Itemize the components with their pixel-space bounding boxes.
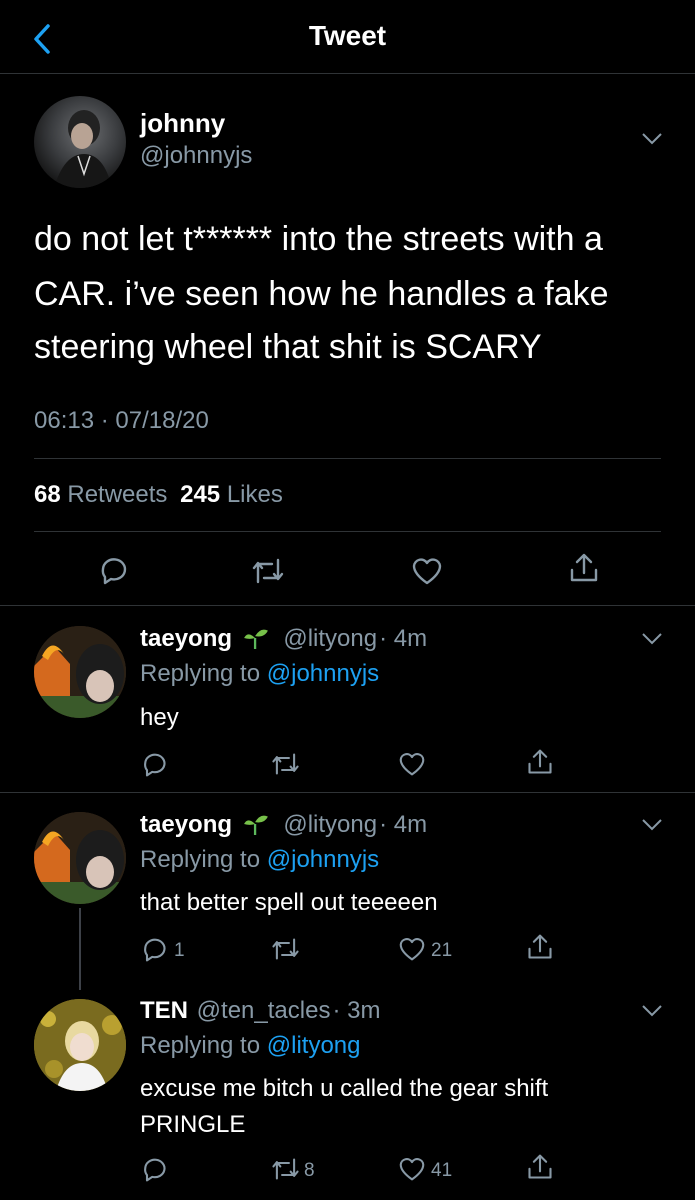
tweet-timestamp: 06:13 · 07/18/20 — [34, 407, 209, 434]
author-handle[interactable]: @johnnyjs — [140, 142, 252, 170]
avatar-photo — [34, 999, 126, 1091]
avatar-photo — [54, 110, 112, 188]
replying-to: Replying to @johnnyjs — [140, 660, 379, 688]
reply-header: TEN @ten_tacles· 3m — [140, 997, 380, 1025]
like-icon[interactable] — [398, 751, 426, 777]
retweets-label: Retweets — [67, 481, 168, 508]
replying-prefix: Replying to — [140, 660, 261, 687]
share-icon[interactable] — [526, 1153, 554, 1181]
reply-text-line-1: excuse me bitch u called the gear shift — [140, 1075, 549, 1102]
retweet-icon[interactable] — [270, 936, 301, 962]
like-icon[interactable] — [398, 936, 426, 962]
avatar-photo — [34, 626, 126, 718]
retweet-icon[interactable] — [250, 556, 286, 586]
divider — [0, 605, 695, 606]
avatar[interactable] — [34, 626, 126, 718]
replying-to: Replying to @lityong — [140, 1032, 361, 1060]
avatar[interactable] — [34, 999, 126, 1091]
replying-to: Replying to @johnnyjs — [140, 846, 379, 874]
seedling-icon — [243, 629, 268, 649]
reply-author-handle[interactable]: @ten_tacles — [197, 997, 331, 1024]
divider — [0, 792, 695, 793]
chevron-down-icon[interactable] — [641, 132, 663, 146]
reply-author-name[interactable]: TEN — [140, 997, 188, 1024]
replying-to-link[interactable]: @johnnyjs — [267, 660, 379, 687]
reply-text-line-1: that better spell out teeeeen — [140, 889, 438, 916]
replying-prefix: Replying to — [140, 1032, 261, 1059]
reply-header: taeyong @lityong· 4m — [140, 625, 427, 653]
like-count: 41 — [431, 1160, 453, 1181]
reply-icon[interactable] — [97, 554, 129, 586]
likes-label: Likes — [226, 481, 283, 508]
tweet-text-line-2: CAR. i’ve seen how he handles a fake — [34, 275, 609, 313]
divider — [34, 458, 661, 459]
reply-header: taeyong @lityong· 4m — [140, 811, 427, 839]
seedling-icon — [243, 815, 268, 835]
reply-time: · 4m — [379, 811, 428, 838]
retweet-icon[interactable] — [270, 1156, 301, 1182]
thread-line — [79, 908, 81, 990]
replying-to-link[interactable]: @johnnyjs — [267, 846, 379, 873]
like-icon[interactable] — [398, 1156, 426, 1182]
retweet-count: 8 — [304, 1160, 315, 1181]
reply-text-line-1: hey — [140, 704, 179, 731]
author-name[interactable]: johnny — [140, 108, 225, 139]
reply-author-handle[interactable]: @lityong — [283, 625, 377, 652]
tweet-text-line-1: do not let t****** into the streets with… — [34, 220, 603, 258]
reply-text-line-2: PRINGLE — [140, 1111, 246, 1138]
reply-author-name[interactable]: taeyong — [140, 811, 232, 838]
reply-icon[interactable] — [140, 1155, 168, 1183]
replying-prefix: Replying to — [140, 846, 261, 873]
chevron-down-icon[interactable] — [641, 632, 663, 646]
like-icon[interactable] — [411, 556, 443, 586]
avatar[interactable] — [34, 812, 126, 904]
retweets-count: 68 — [34, 481, 61, 508]
reply-count: 1 — [174, 940, 185, 961]
reply-icon[interactable] — [140, 750, 168, 778]
retweet-icon[interactable] — [270, 751, 301, 777]
chevron-down-icon[interactable] — [641, 818, 663, 832]
replying-to-link[interactable]: @lityong — [267, 1032, 361, 1059]
likes-count: 245 — [180, 481, 221, 508]
reply-icon[interactable] — [140, 935, 168, 963]
reply-time: · 4m — [379, 625, 428, 652]
reply-time: · 3m — [332, 997, 381, 1024]
avatar[interactable] — [34, 96, 126, 188]
divider — [34, 531, 661, 532]
tweet-text-line-3: steering wheel that shit is SCARY — [34, 328, 542, 366]
share-icon[interactable] — [568, 552, 600, 584]
retweets-stat[interactable]: 68 Retweets 245 Likes — [34, 481, 283, 509]
avatar-photo — [34, 812, 126, 904]
chevron-down-icon[interactable] — [641, 1004, 663, 1018]
reply-author-handle[interactable]: @lityong — [283, 811, 377, 838]
reply-author-name[interactable]: taeyong — [140, 625, 232, 652]
page-title: Tweet — [308, 20, 387, 51]
like-count: 21 — [431, 940, 453, 961]
share-icon[interactable] — [526, 933, 554, 961]
share-icon[interactable] — [526, 748, 554, 776]
top-bar: Tweet — [0, 0, 695, 74]
